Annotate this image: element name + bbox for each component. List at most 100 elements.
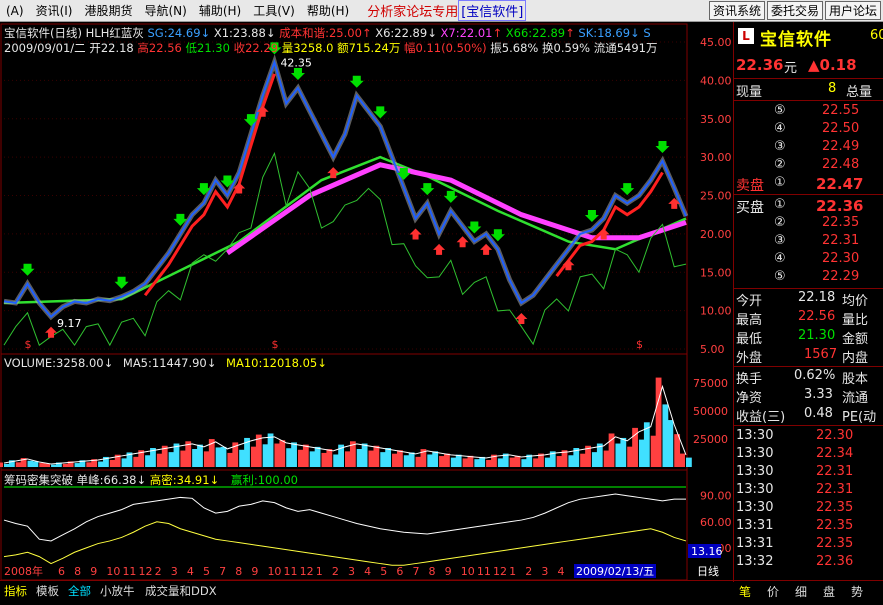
tick-price: 22.31 — [816, 464, 854, 479]
price-axis-label: 10.00 — [700, 305, 732, 318]
volume-axis-label: 50000 — [693, 405, 728, 418]
sell4-level: ④ — [774, 121, 786, 136]
sell1-level: ① — [774, 175, 786, 190]
down-arrow-icon — [420, 183, 435, 196]
month-label: 11 — [284, 565, 298, 578]
volume-bar — [439, 456, 445, 467]
price-axis-label: 20.00 — [700, 228, 732, 241]
month-label: 9 — [90, 565, 97, 578]
volume-bar — [321, 452, 328, 467]
stat2-label: 收益(三) — [736, 410, 786, 425]
month-label: 6 — [58, 565, 65, 578]
tab-book[interactable]: 盘 — [823, 583, 835, 600]
buy3-level: ③ — [774, 233, 786, 248]
tab-xiaofangniu[interactable]: 小放牛 — [100, 583, 135, 599]
stat-label2: 内盘 — [842, 351, 869, 366]
s-marker: $ — [25, 338, 32, 351]
stock-code-tail: 60 — [870, 28, 883, 43]
tab-price[interactable]: 价 — [767, 583, 779, 600]
tab-volume-ddx[interactable]: 成交量和DDX — [145, 583, 217, 599]
stat2-value: 0.62% — [794, 368, 836, 383]
volume-bar — [509, 457, 516, 467]
volume-bar — [385, 448, 392, 467]
cursor-value: 13.16 — [691, 545, 723, 558]
x6-value: X6:22.89 — [375, 26, 428, 40]
buy5-level: ⑤ — [774, 269, 786, 284]
stat-label: 最低 — [736, 332, 763, 347]
volume-bar — [156, 453, 163, 467]
tick-price: 22.35 — [816, 536, 854, 551]
menu-item-help[interactable]: 帮助(H) — [301, 2, 355, 19]
sg-value: SG:24.69 — [147, 26, 201, 40]
menu-item-tools[interactable]: 工具(V) — [247, 2, 301, 19]
volume-bar — [274, 443, 281, 467]
stock-title-row: L 宝信软件 60 — [734, 24, 883, 50]
sell1-price: 22.47 — [816, 175, 864, 193]
volume-bar — [450, 457, 457, 467]
volume-bar — [314, 446, 321, 467]
menu-item-navigate[interactable]: 导航(N) — [139, 2, 193, 19]
x66-value: X66:22.89 — [505, 26, 566, 40]
x7-value: X7:22.01 — [440, 26, 493, 40]
buy5-price: 22.29 — [822, 269, 860, 284]
volume-bar — [615, 443, 622, 467]
month-label: 5 — [203, 565, 210, 578]
quote-date: 2009/09/01/二 — [4, 41, 86, 55]
volume-ma10: MA10:12018.05 — [226, 356, 318, 370]
volume-bar — [556, 456, 563, 467]
divider — [734, 78, 883, 79]
menu-item-news[interactable]: 资讯(I) — [30, 2, 79, 19]
menu-item-a[interactable]: (A) — [0, 4, 30, 18]
month-label: 11 — [122, 565, 136, 578]
tab-template[interactable]: 模板 — [36, 583, 59, 599]
month-label: 9 — [445, 565, 452, 578]
buy5-row: ⑤ 22.29 — [734, 269, 883, 287]
volume-bar — [98, 461, 104, 467]
volume-bars — [0, 377, 692, 467]
price-envelope — [3, 54, 689, 321]
menu-item-hk-futures[interactable]: 港股期货 — [78, 2, 138, 19]
month-label: 1 — [316, 565, 323, 578]
volume-bar — [686, 457, 692, 467]
buy1-price: 22.36 — [816, 197, 864, 215]
trade-button[interactable]: 委托交易 — [766, 1, 823, 20]
month-label: 8 — [429, 565, 436, 578]
down-arrow-icon — [620, 183, 635, 196]
tab-trades[interactable]: 笔 — [739, 583, 751, 600]
volume-bar — [86, 462, 93, 467]
volume-bar — [514, 455, 521, 467]
stock-chart[interactable]: 45.0040.0035.0030.0025.0020.0015.0010.00… — [0, 22, 733, 582]
tab-trend[interactable]: 势 — [851, 583, 863, 600]
month-label: 1 — [509, 565, 516, 578]
quote-close: 收22.29 — [233, 41, 279, 55]
chart-area[interactable]: 45.00 40.00 35.00 30.00 25.00 20.00 15.00 10.00… — [0, 22, 733, 582]
volume-bar — [408, 452, 415, 467]
user-forum-button[interactable]: 用户论坛 — [824, 1, 881, 20]
month-label: 11 — [477, 565, 491, 578]
price-axis-label: 35.00 — [700, 113, 732, 126]
month-label: 3 — [171, 565, 178, 578]
tab-indicator[interactable]: 指标 — [4, 583, 27, 599]
quote-tabs: 笔 价 细 盘 势 — [733, 580, 883, 599]
quote-panel: L 宝信软件 60 22.36 元 ▲0.18 现量 8 总量 ⑤ 22.55 … — [733, 22, 883, 582]
cursor-date: 2009/02/13/五 — [576, 565, 654, 578]
volume-bar — [291, 442, 297, 467]
sell5-level: ⑤ — [774, 103, 786, 118]
info-system-button[interactable]: 资讯系统 — [708, 1, 765, 20]
indicator-name[interactable]: HLH红蓝灰 — [86, 26, 144, 40]
tab-all[interactable]: 全部 — [68, 583, 91, 599]
sell2-row: ② 22.48 — [734, 157, 883, 175]
quote-low: 低21.30 — [185, 41, 230, 55]
indicator-tabs: 指标 模板 全部 小放牛 成交量和DDX — [0, 580, 733, 599]
stat-label2: 均价 — [842, 294, 869, 309]
tab-detail[interactable]: 细 — [795, 583, 807, 600]
stat2-label2: PE(动 — [842, 410, 877, 425]
buy4-price: 22.30 — [822, 251, 860, 266]
menu-item-assist[interactable]: 辅助(H) — [193, 2, 247, 19]
buy1-level: ① — [774, 197, 786, 212]
stat-row-open: 今开 22.18 均价 — [734, 290, 883, 309]
volume-bar — [51, 464, 57, 467]
buy2-level: ② — [774, 215, 786, 230]
tick-time: 13:30 — [736, 446, 774, 461]
volume-bar — [4, 463, 10, 467]
